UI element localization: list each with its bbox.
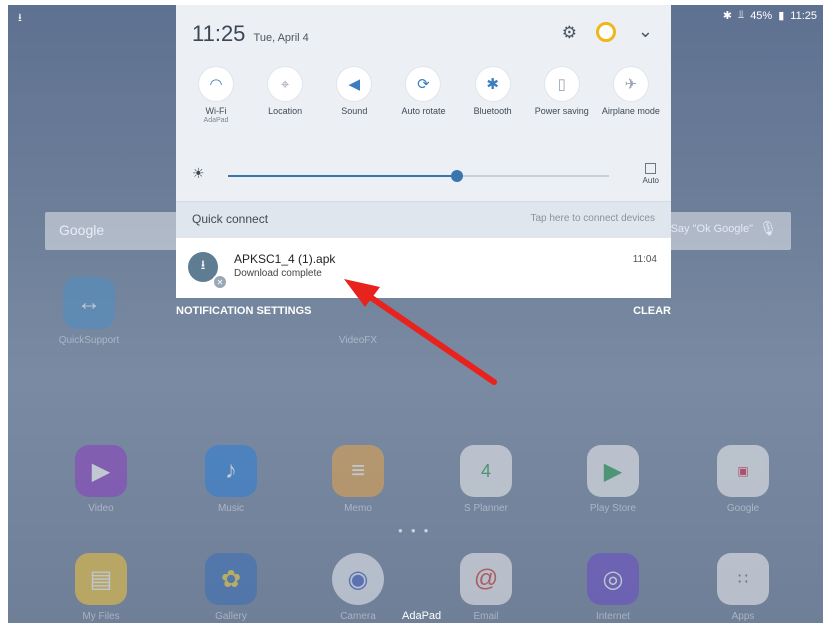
screen: ⭳ ✱ ⫫ 45% ▮ 11:25 Google Say "Ok Google"… [8,5,823,623]
red-annotation-arrow [344,279,497,385]
